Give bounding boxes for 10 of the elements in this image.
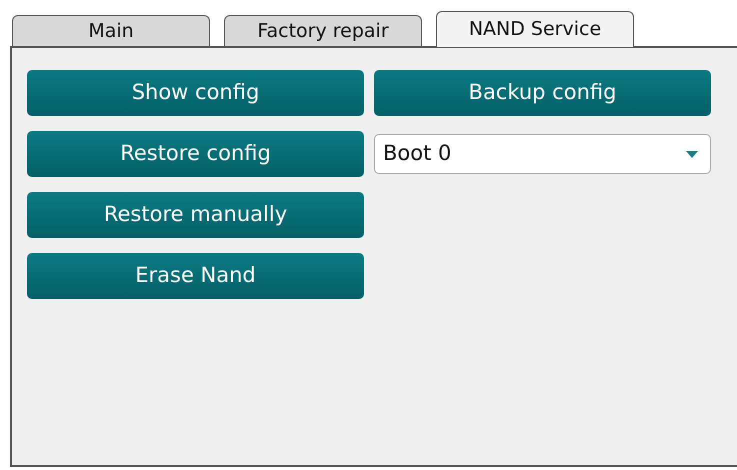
action-button[interactable]: Restore manually [27,192,364,238]
caret-icon [686,150,698,158]
dropdown[interactable]: Boot 0 [374,134,711,174]
tab[interactable]: Factory repair [224,15,422,46]
action-button[interactable]: Backup config [374,70,711,116]
tab[interactable]: NAND Service [436,11,634,47]
action-button[interactable]: Restore config [27,131,364,177]
action-button[interactable]: Show config [27,70,364,116]
action-button[interactable]: Erase Nand [27,253,364,299]
tab[interactable]: Main [12,15,210,46]
